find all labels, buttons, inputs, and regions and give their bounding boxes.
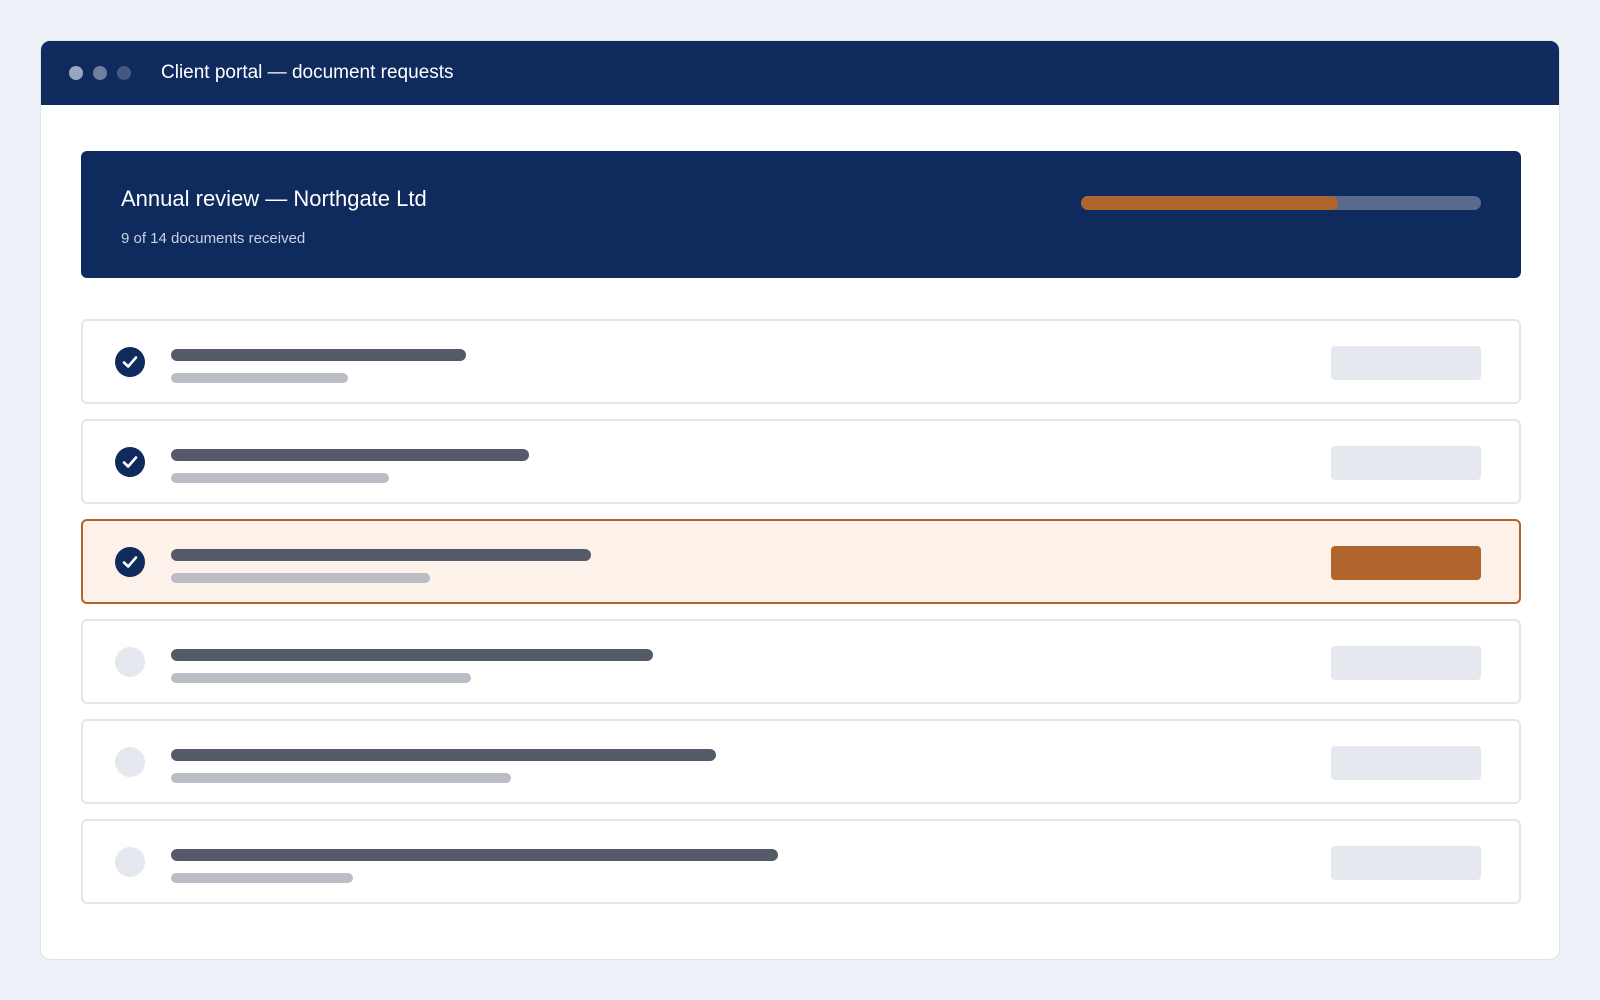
document-meta-placeholder [171,873,353,883]
document-request-row[interactable] [81,319,1521,404]
document-meta-placeholder [171,573,430,583]
row-action-button[interactable] [1331,646,1481,680]
row-action-button[interactable] [1331,746,1481,780]
document-meta-placeholder [171,473,389,483]
document-title-placeholder [171,449,529,461]
document-request-row[interactable] [81,819,1521,904]
window-title: Client portal — document requests [161,62,454,83]
review-title: Annual review — Northgate Ltd [121,186,427,211]
row-action-button[interactable] [1331,346,1481,380]
document-request-row[interactable] [81,619,1521,704]
document-title-placeholder [171,349,466,361]
document-meta-placeholder [171,673,471,683]
check-icon [115,547,145,577]
empty-circle-icon [115,847,145,877]
document-meta-placeholder [171,373,348,383]
document-title-placeholder [171,549,591,561]
document-meta-placeholder [171,773,511,783]
maximize-window-button[interactable] [117,66,131,80]
empty-circle-icon [115,647,145,677]
document-title-placeholder [171,649,653,661]
check-icon [115,447,145,477]
title-bar: Client portal — document requests [41,41,1559,105]
close-window-button[interactable] [69,66,83,80]
row-action-button-primary[interactable] [1331,546,1481,580]
progress-bar-fill [1081,196,1339,210]
document-title-placeholder [171,849,778,861]
row-action-button[interactable] [1331,846,1481,880]
document-request-row-active[interactable] [81,519,1521,604]
empty-circle-icon [115,747,145,777]
minimize-window-button[interactable] [93,66,107,80]
documents-received-count: 9 of 14 documents received [121,230,306,247]
app-window: Client portal — document requests Annual… [40,40,1560,960]
document-request-row[interactable] [81,419,1521,504]
document-request-list [81,319,1521,919]
check-icon [115,347,145,377]
review-summary-banner: Annual review — Northgate Ltd 9 of 14 do… [81,151,1521,278]
progress-bar [1081,196,1481,210]
row-action-button[interactable] [1331,446,1481,480]
document-request-row[interactable] [81,719,1521,804]
document-title-placeholder [171,749,716,761]
